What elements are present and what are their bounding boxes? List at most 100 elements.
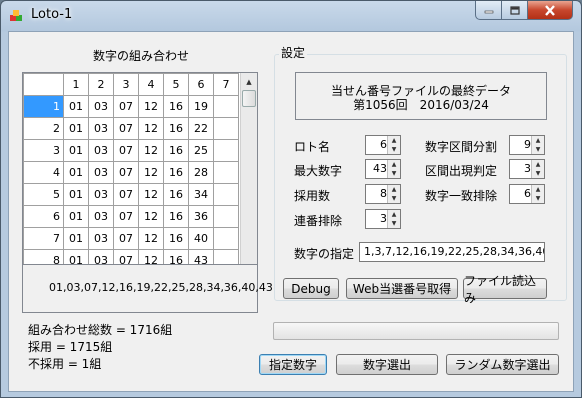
grid-cell[interactable]: 12	[138, 227, 164, 250]
spin-up-icon[interactable]: ▲	[388, 136, 400, 145]
grid-column-header[interactable]: 7	[213, 73, 239, 96]
grid-cell[interactable]: 12	[138, 183, 164, 206]
grid-cell[interactable]: 12	[138, 139, 164, 162]
random-select-button[interactable]: ランダム数字選出	[446, 354, 559, 375]
spin-up-icon[interactable]: ▲	[532, 185, 544, 194]
spin-down-icon[interactable]: ▼	[388, 194, 400, 203]
spin-down-icon[interactable]: ▼	[532, 194, 544, 203]
file-load-button[interactable]: ファイル読込み	[463, 274, 547, 305]
specified-numbers-input[interactable]: 1,3,7,12,16,19,22,25,28,34,36,40,43	[359, 242, 545, 262]
grid-cell[interactable]: 07	[113, 139, 139, 162]
grid-cell[interactable]: 12	[138, 161, 164, 184]
grid-cell[interactable]: 16	[163, 161, 189, 184]
grid-cell[interactable]: 16	[163, 139, 189, 162]
grid-cell[interactable]	[213, 205, 239, 228]
grid-scrollbar[interactable]: ▲ ▼	[240, 73, 257, 290]
grid-cell[interactable]	[213, 227, 239, 250]
grid-cell[interactable]	[213, 95, 239, 118]
range-appear-spinner[interactable]: 3 ▲ ▼	[509, 159, 545, 179]
grid-cell[interactable]: 03	[88, 95, 114, 118]
select-numbers-button[interactable]: 数字選出	[336, 354, 438, 375]
grid-cell[interactable]: 28	[188, 161, 214, 184]
table-row[interactable]: 5 01 03 07 12 16 34	[23, 183, 239, 206]
grid-cell[interactable]: 07	[113, 227, 139, 250]
grid-column-header[interactable]: 6	[188, 73, 214, 96]
spin-down-icon[interactable]: ▼	[388, 219, 400, 228]
grid-cell[interactable]: 01	[63, 139, 89, 162]
row-header[interactable]: 7	[23, 227, 64, 250]
table-row[interactable]: 6 01 03 07 12 16 36	[23, 205, 239, 228]
grid-cell[interactable]	[213, 117, 239, 140]
grid-cell[interactable]: 03	[88, 161, 114, 184]
scroll-up-icon[interactable]: ▲	[241, 73, 257, 90]
grid-column-header[interactable]: 1	[63, 73, 89, 96]
row-header[interactable]: 1	[23, 95, 64, 118]
grid-cell[interactable]: 01	[63, 161, 89, 184]
grid-column-header[interactable]: 2	[88, 73, 114, 96]
row-header[interactable]: 2	[23, 117, 64, 140]
table-row[interactable]: 3 01 03 07 12 16 25	[23, 139, 239, 162]
grid-cell[interactable]: 01	[63, 95, 89, 118]
grid-cell[interactable]: 01	[63, 227, 89, 250]
pick-count-spinner[interactable]: 8 ▲ ▼	[365, 184, 401, 204]
grid-cell[interactable]: 16	[163, 95, 189, 118]
spin-up-icon[interactable]: ▲	[388, 160, 400, 169]
grid-cell[interactable]: 12	[138, 205, 164, 228]
grid-cell[interactable]: 16	[163, 183, 189, 206]
row-header[interactable]: 3	[23, 139, 64, 162]
grid-cell[interactable]: 03	[88, 183, 114, 206]
grid-cell[interactable]: 07	[113, 205, 139, 228]
grid-cell[interactable]: 19	[188, 95, 214, 118]
table-row[interactable]: 7 01 03 07 12 16 40	[23, 227, 239, 250]
grid-cell[interactable]: 12	[138, 95, 164, 118]
specified-numbers-button[interactable]: 指定数字	[259, 354, 327, 375]
grid-cell[interactable]: 36	[188, 205, 214, 228]
spin-up-icon[interactable]: ▲	[388, 210, 400, 219]
grid-cell[interactable]: 03	[88, 117, 114, 140]
spin-down-icon[interactable]: ▼	[532, 169, 544, 178]
grid-cell[interactable]: 01	[63, 183, 89, 206]
grid-cell[interactable]: 25	[188, 139, 214, 162]
grid-cell[interactable]: 07	[113, 117, 139, 140]
grid-cell[interactable]: 01	[63, 205, 89, 228]
grid-cell[interactable]: 34	[188, 183, 214, 206]
row-header[interactable]: 6	[23, 205, 64, 228]
grid-cell[interactable]: 07	[113, 95, 139, 118]
grid-cell[interactable]: 12	[138, 117, 164, 140]
grid-cell[interactable]: 16	[163, 205, 189, 228]
loto-name-spinner[interactable]: 6 ▲ ▼	[365, 135, 401, 155]
debug-button[interactable]: Debug	[283, 278, 339, 299]
grid-cell[interactable]: 03	[88, 205, 114, 228]
grid-column-header[interactable]: 4	[138, 73, 164, 96]
grid-column-header[interactable]: 5	[163, 73, 189, 96]
spin-up-icon[interactable]: ▲	[388, 185, 400, 194]
table-row[interactable]: 4 01 03 07 12 16 28	[23, 161, 239, 184]
grid-cell[interactable]	[213, 183, 239, 206]
spin-down-icon[interactable]: ▼	[388, 169, 400, 178]
row-header[interactable]: 5	[23, 183, 64, 206]
web-fetch-button[interactable]: Web当選番号取得	[346, 278, 458, 299]
maximize-button[interactable]	[501, 1, 528, 20]
grid-cell[interactable]: 01	[63, 117, 89, 140]
max-number-spinner[interactable]: 43 ▲ ▼	[365, 159, 401, 179]
minimize-button[interactable]	[475, 1, 502, 20]
spin-down-icon[interactable]: ▼	[532, 145, 544, 154]
range-split-spinner[interactable]: 9 ▲ ▼	[509, 135, 545, 155]
grid-column-header[interactable]: 3	[113, 73, 139, 96]
spin-up-icon[interactable]: ▲	[532, 136, 544, 145]
spin-down-icon[interactable]: ▼	[388, 145, 400, 154]
grid-cell[interactable]: 16	[163, 227, 189, 250]
consecutive-spinner[interactable]: 3 ▲ ▼	[365, 209, 401, 229]
grid-cell[interactable]: 16	[163, 117, 189, 140]
grid-cell[interactable]: 22	[188, 117, 214, 140]
close-button[interactable]	[527, 1, 573, 20]
grid-cell[interactable]: 03	[88, 227, 114, 250]
grid-cell[interactable]: 03	[88, 139, 114, 162]
grid-cell[interactable]: 07	[113, 161, 139, 184]
row-header[interactable]: 4	[23, 161, 64, 184]
grid-cell[interactable]: 40	[188, 227, 214, 250]
combination-grid[interactable]: 1234567 1 01 03 07 12 16 19 2 01 03 07 12 16 22 3 01 03 0…	[22, 72, 258, 291]
grid-cell[interactable]	[213, 139, 239, 162]
table-row[interactable]: 2 01 03 07 12 16 22	[23, 117, 239, 140]
spin-up-icon[interactable]: ▲	[532, 160, 544, 169]
